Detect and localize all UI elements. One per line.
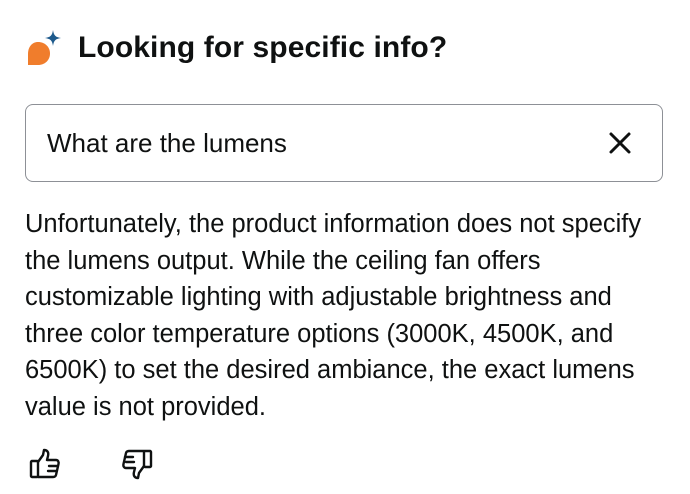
thumbs-up-button[interactable]	[25, 444, 65, 484]
thumbs-down-button[interactable]	[117, 444, 157, 484]
question-field	[25, 104, 663, 182]
answer-text: Unfortunately, the product information d…	[25, 210, 642, 421]
header: Looking for specific info?	[24, 26, 447, 70]
clear-button[interactable]	[590, 113, 650, 173]
question-input[interactable]	[26, 105, 590, 181]
feedback-row	[25, 444, 157, 484]
ai-sparkle-chat-icon	[24, 28, 64, 68]
page-title: Looking for specific info?	[78, 31, 448, 64]
thumbs-up-icon	[28, 447, 62, 481]
thumbs-down-icon	[120, 447, 154, 481]
close-icon	[608, 131, 632, 155]
